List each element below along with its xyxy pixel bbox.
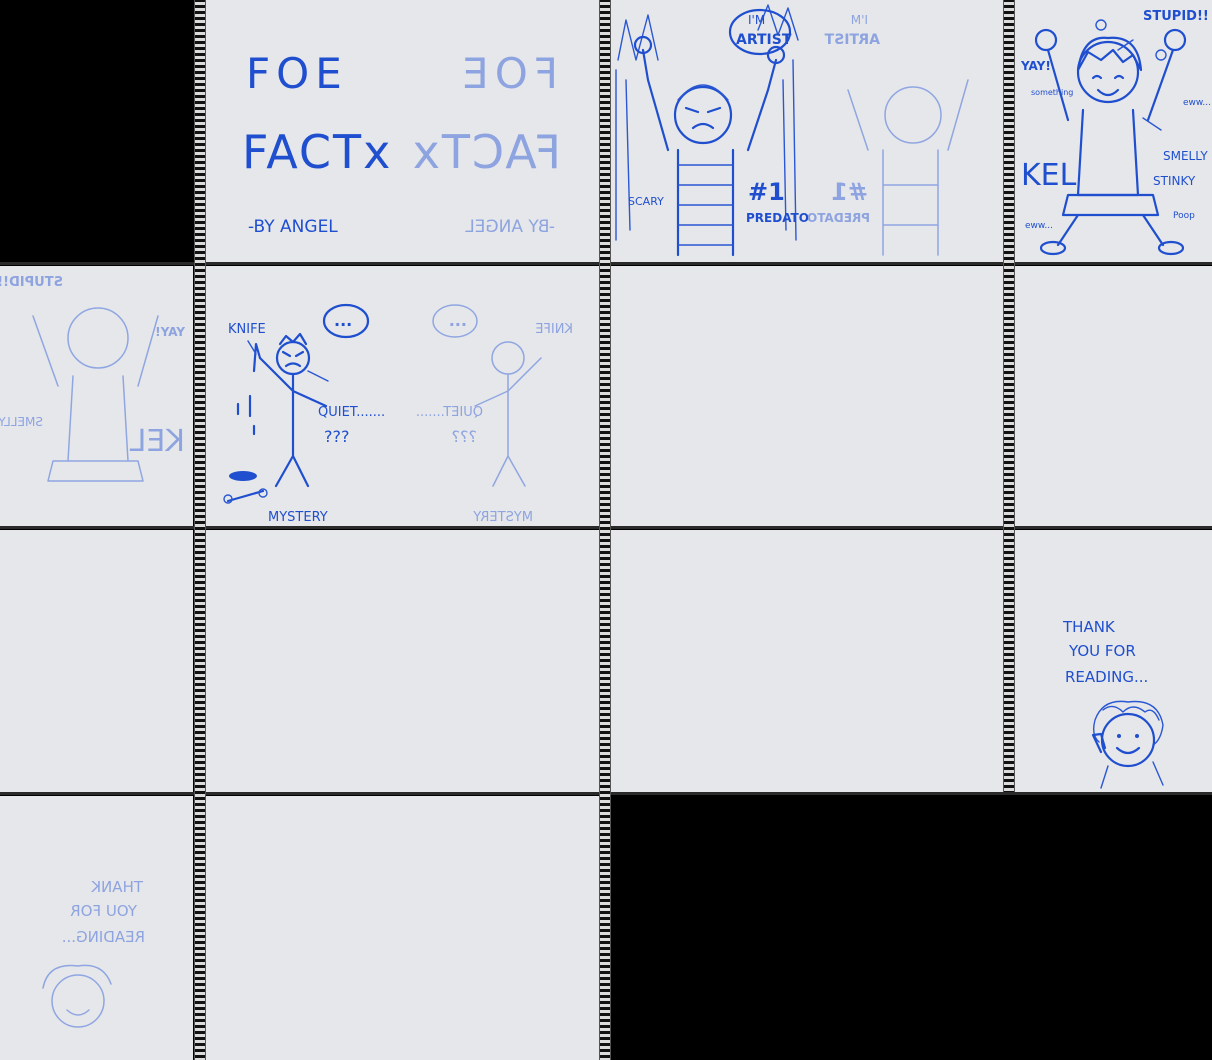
cover-page-front: FOE FACTx -BY ANGEL [198,0,403,262]
mystery-label: MYSTERY [268,510,328,525]
blank-page-r2-1 [608,266,808,526]
cover-drawing: FOE FACTx -BY ANGEL [242,49,392,237]
kel-page-back: STUPID!! YAY! SMELLY KEL [0,266,193,526]
artist-bubble-line1-mirror: I'M [851,13,868,27]
spiral-binding-mid [599,0,611,1060]
kel-page-front: STUPID!! YAY! SMELLY STINKY KEL eww... e… [1013,0,1212,262]
artist-drawing-mirrored: I'M ARTIST #1 PREDATOR [808,13,969,256]
kel-something: something [1031,88,1073,97]
artist-label: PREDATOR [746,211,808,225]
kel-yay-mirror: YAY! [155,325,186,339]
kel-stupid-mirror: STUPID!! [0,275,63,290]
mystery-speech-mirror: ... [449,311,467,330]
artist-drawing: I'M ARTIST #1 PREDATOR SCARY [615,4,808,257]
mystery-knife-mirror: KNIFE [535,322,573,337]
blank-page-r3-0 [0,530,193,792]
kel-name-mirror: KEL [129,424,185,459]
mystery-page-front: ... KNIFE QUIET....... ??? MYSTERY [198,266,403,526]
artist-rank-mirror: #1 [831,178,868,206]
spiral-binding-left [194,0,206,1060]
artist-bubble-line1: I'M [748,13,765,27]
kel-drawing: STUPID!! YAY! SMELLY STINKY KEL eww... e… [1020,9,1211,256]
kel-ewww: eww... [1025,221,1053,231]
cover-page-back: FOE FACTx -BY ANGEL [403,0,603,262]
blank-page-r4-2 [403,796,603,1060]
ending-line1-mirror: THANK [90,878,144,896]
blank-page-r2-3 [1013,266,1212,526]
artist-scary: SCARY [628,195,664,208]
kel-poop: Poop [1173,211,1195,221]
ending-line2-mirror: YOU FOR [70,902,138,920]
cover-drawing-mirrored: FOE FACTx -BY ANGEL [411,49,561,237]
ending-page-front: THANK YOU FOR READING... [1013,530,1212,792]
artist-bubble-line2-mirror: ARTIST [824,32,880,48]
artist-bubble-line2: ARTIST [736,32,792,48]
ending-line2: YOU FOR [1068,642,1136,660]
artist-page-front: I'M ARTIST #1 PREDATOR SCARY [608,0,808,262]
kel-ewww-2: eww... [1183,98,1211,108]
mystery-speech: ... [334,311,352,330]
kel-name: KEL [1021,158,1077,193]
ending-line3: READING... [1065,668,1148,686]
cover-byline: -BY ANGEL [248,217,338,237]
mystery-drawing: ... KNIFE QUIET....... ??? MYSTERY [223,303,385,525]
mystery-questions: ??? [324,427,349,446]
mystery-page-back: ... KNIFE QUIET....... ??? MYSTERY [403,266,603,526]
cover-title-line2: FACTx [242,125,392,179]
kel-stupid: STUPID!! [1143,9,1209,24]
kel-yay: YAY! [1020,59,1051,73]
blank-page-r3-4 [808,530,1008,792]
ending-line3-mirror: READING... [62,928,145,946]
mystery-knife: KNIFE [228,322,266,337]
ending-page-back: THANK YOU FOR READING... [0,796,193,1060]
artist-label-mirror: PREDATOR [808,211,870,225]
mystery-questions-mirror: ??? [452,427,477,446]
mystery-drawing-mirrored: ... KNIFE QUIET....... ??? MYSTERY [416,304,573,525]
kel-stinky: STINKY [1153,174,1196,188]
blank-page-r3-2 [403,530,603,792]
mystery-quiet: QUIET....... [318,405,385,420]
ending-line1: THANK [1062,618,1116,636]
blank-page-r3-1 [198,530,403,792]
spiral-binding-right [1003,0,1015,792]
ending-drawing: THANK YOU FOR READING... [1062,618,1164,789]
ending-drawing-mirrored: THANK YOU FOR READING... [42,878,145,1028]
kel-smelly: SMELLY [1163,149,1208,163]
blank-page-r3-3 [608,530,808,792]
cover-byline-mirror: -BY ANGEL [465,217,555,237]
blank-page-r4-1 [198,796,403,1060]
blank-page-r2-2 [808,266,1008,526]
cover-title-line1-mirror: FOE [456,49,558,98]
kel-drawing-mirrored: STUPID!! YAY! SMELLY KEL [0,275,186,482]
mystery-quiet-mirror: QUIET....... [416,405,483,420]
mystery-label-mirror: MYSTERY [473,510,533,525]
artist-rank: #1 [748,178,785,206]
cover-title-line2-mirror: FACTx [411,125,561,179]
artist-page-back: I'M ARTIST #1 PREDATOR [808,0,1008,262]
cover-title-line1: FOE [246,49,348,98]
kel-smelly-mirror: SMELLY [0,415,43,429]
